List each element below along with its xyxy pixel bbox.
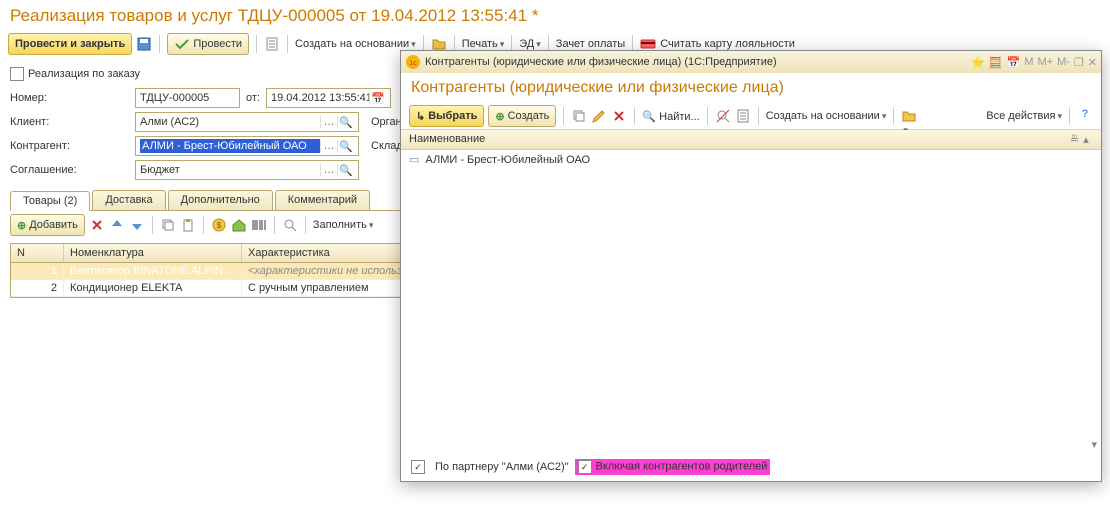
calendar-icon[interactable]: 📅 [369, 92, 386, 105]
app-icon: 1c [405, 54, 421, 70]
client-input[interactable]: Алми (АС2)…🔍 [135, 112, 359, 132]
search-icon[interactable]: 🔍 [337, 164, 354, 177]
tab-goods[interactable]: Товары (2) [10, 191, 90, 211]
search-icon[interactable]: 🔍 [337, 140, 354, 153]
svg-text:1c: 1c [409, 60, 417, 67]
by-partner-checkbox[interactable]: ✓ [411, 460, 425, 474]
include-parents-label: Включая контрагентов родителей [596, 461, 768, 473]
select-button[interactable]: ↳Выбрать [409, 105, 484, 127]
all-actions-button[interactable]: Все действия [986, 110, 1062, 122]
price-icon[interactable]: $ [211, 217, 227, 233]
number-input[interactable]: ТДЦУ-000005 [135, 88, 240, 108]
down-icon[interactable] [129, 217, 145, 233]
modal-title: Контрагенты (юридические или физические … [401, 73, 1101, 103]
house-icon[interactable] [231, 217, 247, 233]
fav-icon[interactable]: ⭐ [971, 56, 985, 69]
modal-toolbar: ↳Выбрать ⊕Создать 🔍 Найти... Создать на … [401, 103, 1101, 130]
col-name[interactable]: Наименование [409, 133, 485, 146]
number-label: Номер: [10, 92, 135, 104]
col-n[interactable]: N [11, 244, 64, 262]
modal-footer: ✓ По партнеру "Алми (АС2)" ✓ Включая конт… [401, 453, 1101, 481]
agreement-label: Соглашение: [10, 164, 135, 176]
ellipsis-icon[interactable]: … [320, 140, 337, 152]
by-partner-label: По партнеру "Алми (АС2)" [435, 461, 569, 473]
date-input[interactable]: 19.04.2012 13:55:41📅 [266, 88, 391, 108]
by-order-checkbox[interactable] [10, 67, 24, 81]
cal-icon[interactable]: 📅 [1007, 56, 1021, 69]
post-button[interactable]: Провести [167, 33, 249, 55]
contragent-modal: 1c Контрагенты (юридические или физическ… [400, 50, 1102, 482]
item-icon: ▭ [409, 153, 419, 166]
read-card-button[interactable]: Считать карту лояльности [660, 38, 795, 50]
tab-extra[interactable]: Дополнительно [168, 190, 273, 210]
list-icon[interactable] [735, 108, 751, 124]
mminus-btn[interactable]: M- [1057, 56, 1070, 69]
contragent-input[interactable]: АЛМИ - Брест-Юбилейный ОАО…🔍 [135, 136, 359, 156]
calc-icon[interactable]: 🧮 [989, 56, 1003, 69]
contragent-label: Контрагент: [10, 140, 135, 152]
col-nom[interactable]: Номенклатура [64, 244, 242, 262]
ellipsis-icon[interactable]: … [320, 164, 337, 176]
clear-icon[interactable] [715, 108, 731, 124]
close-icon[interactable]: ✕ [1088, 56, 1097, 69]
sort-icon[interactable]: ≞ [1070, 133, 1079, 146]
svg-text:$: $ [217, 221, 222, 230]
attach-icon[interactable] [901, 108, 917, 124]
by-order-label: Реализация по заказу [28, 68, 140, 80]
search-icon[interactable] [282, 217, 298, 233]
search-icon[interactable]: 🔍 [337, 116, 354, 129]
find-button[interactable]: 🔍 Найти... [642, 110, 699, 123]
paste-icon[interactable] [180, 217, 196, 233]
modal-header: 1c Контрагенты (юридические или физическ… [401, 51, 1101, 73]
edit-icon[interactable] [591, 108, 607, 124]
m-btn[interactable]: M [1024, 56, 1033, 69]
save-icon[interactable] [136, 36, 152, 52]
list-item[interactable]: ▭ АЛМИ - Брест-Юбилейный ОАО [401, 150, 1101, 169]
scroll-up-icon[interactable]: ▴ [1079, 133, 1093, 146]
restore-icon[interactable]: ❐ [1074, 56, 1084, 69]
create-button[interactable]: ⊕Создать [488, 105, 556, 127]
from-label: от: [246, 92, 260, 104]
barcode-icon[interactable] [251, 217, 267, 233]
page-title: Реализация товаров и услуг ТДЦУ-000005 о… [0, 0, 1110, 30]
tab-delivery[interactable]: Доставка [92, 190, 165, 210]
del-icon[interactable] [611, 108, 627, 124]
modal-title-text: Контрагенты (юридические или физические … [425, 56, 777, 68]
doc-icon[interactable] [264, 36, 280, 52]
offset-button[interactable]: Зачет оплаты [556, 38, 625, 50]
include-parents-checkbox[interactable]: ✓ [578, 460, 592, 474]
client-label: Клиент: [10, 116, 135, 128]
print-button[interactable]: Печать [462, 38, 505, 50]
tab-comment[interactable]: Комментарий [275, 190, 370, 210]
add-row-button[interactable]: ⊕Добавить [10, 214, 85, 236]
delete-icon[interactable] [89, 217, 105, 233]
up-icon[interactable] [109, 217, 125, 233]
copy-icon[interactable] [160, 217, 176, 233]
include-parents-area: ✓ Включая контрагентов родителей [575, 459, 771, 475]
create-based-button[interactable]: Создать на основании [295, 38, 416, 50]
ellipsis-icon[interactable]: … [320, 116, 337, 128]
ed-button[interactable]: ЭД [519, 38, 541, 50]
post-close-button[interactable]: Провести и закрыть [8, 33, 132, 55]
scroll-down-icon[interactable]: ▾ [401, 436, 1101, 453]
copy-icon[interactable] [571, 108, 587, 124]
fill-button[interactable]: Заполнить [313, 219, 374, 231]
modal-baseon-button[interactable]: Создать на основании [766, 110, 887, 122]
mplus-btn[interactable]: M+ [1037, 56, 1053, 69]
agreement-input[interactable]: Бюджет…🔍 [135, 160, 359, 180]
help-icon[interactable]: ? [1077, 108, 1093, 124]
